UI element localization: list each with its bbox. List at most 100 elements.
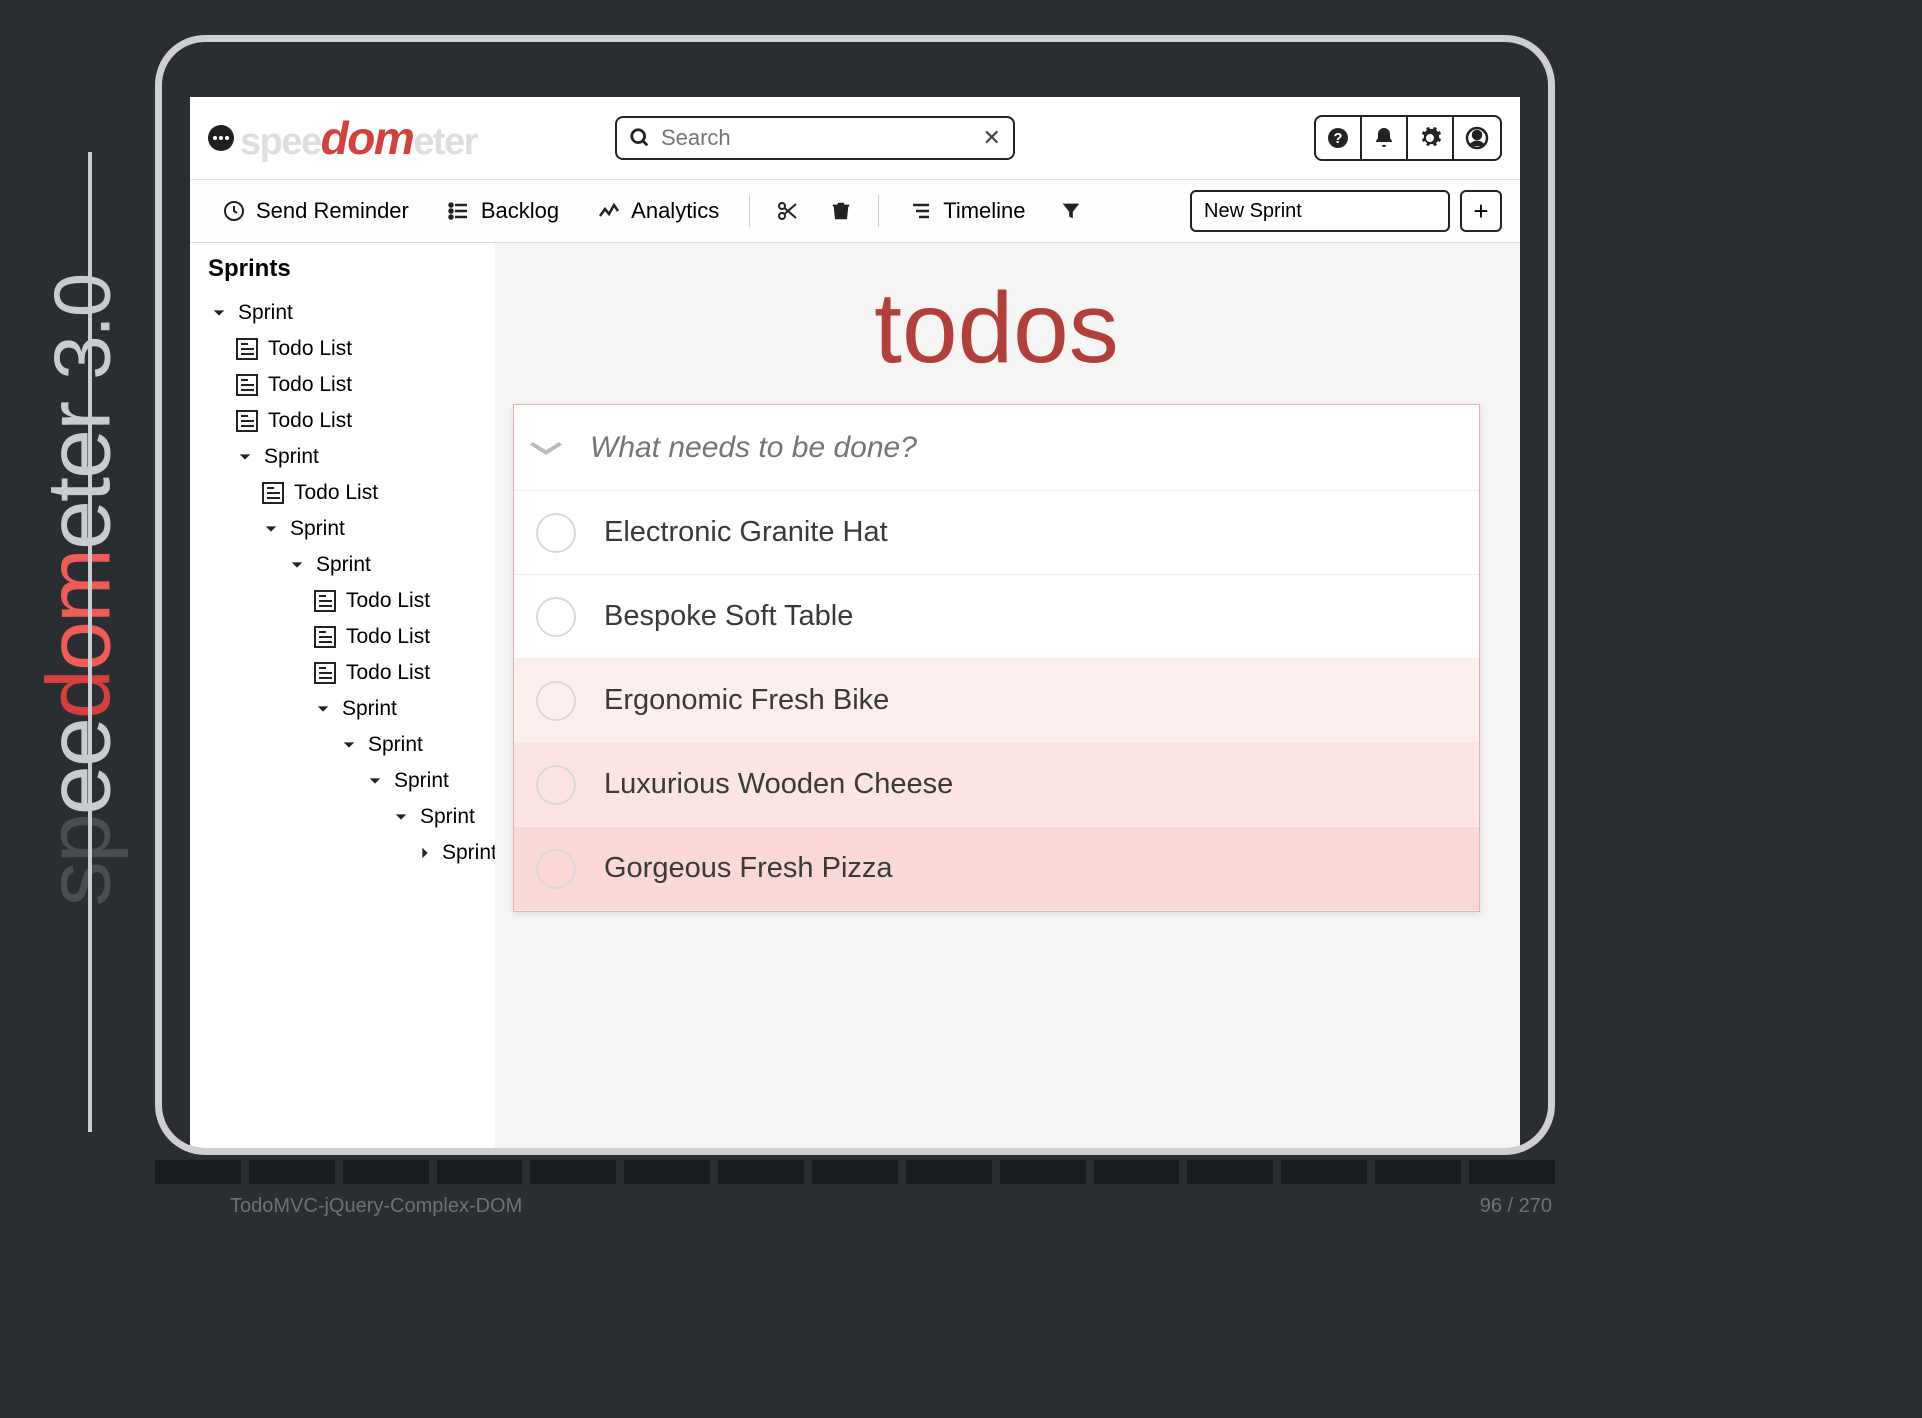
brand-version: 3.0 — [38, 274, 127, 379]
tree-sprint-item[interactable]: Sprint — [196, 547, 495, 583]
gear-icon — [1418, 126, 1442, 150]
chevron-down-icon[interactable] — [288, 558, 306, 572]
tree-sprint-item[interactable]: Sprint — [196, 439, 495, 475]
todo-checkbox[interactable] — [536, 765, 576, 805]
tree-list-item[interactable]: Todo List — [196, 655, 495, 691]
timeline-icon — [909, 199, 933, 223]
toolbar-separator — [878, 195, 879, 227]
tree-item-label: Sprint — [442, 841, 495, 865]
todo-item[interactable]: Gorgeous Fresh Pizza — [514, 827, 1479, 911]
timeline-label: Timeline — [943, 198, 1025, 224]
tree-sprint-item[interactable]: Sprint — [196, 295, 495, 331]
chevron-down-icon[interactable] — [236, 450, 254, 464]
tree-item-label: Todo List — [294, 481, 378, 505]
search-input[interactable] — [661, 125, 983, 151]
search-box[interactable]: ✕ — [615, 116, 1015, 160]
clock-icon — [222, 199, 246, 223]
tree-item-label: Sprint — [420, 805, 475, 829]
notifications-button[interactable] — [1362, 117, 1408, 159]
main-panel: todos Electronic Granite HatBespoke Soft… — [495, 243, 1520, 1148]
app-frame: speedometer ✕ ? — [155, 35, 1555, 1155]
tree-panel[interactable]: Sprints SprintTodo ListTodo ListTodo Lis… — [190, 243, 495, 1148]
todo-card: Electronic Granite Hat Bespoke Soft Table… — [513, 404, 1480, 912]
new-todo-input[interactable] — [590, 431, 1461, 465]
tree-item-label: Sprint — [290, 517, 345, 541]
tree-item-label: Todo List — [268, 409, 352, 433]
tree-list-item[interactable]: Todo List — [196, 583, 495, 619]
tree-sprint-item[interactable]: Sprint — [196, 799, 495, 835]
tree-item-label: Todo List — [346, 661, 430, 685]
cut-button[interactable] — [766, 193, 810, 229]
send-reminder-button[interactable]: Send Reminder — [208, 192, 423, 230]
tree-list-item[interactable]: Todo List — [196, 475, 495, 511]
scissors-icon — [776, 199, 800, 223]
tree-sprint-item[interactable]: Sprint — [196, 763, 495, 799]
todo-list-icon — [314, 662, 336, 684]
tree-item-label: Sprint — [238, 301, 293, 325]
tree-list-item[interactable]: Todo List — [196, 619, 495, 655]
new-sprint-input[interactable] — [1190, 190, 1450, 232]
todo-item[interactable]: Ergonomic Fresh Bike — [514, 659, 1479, 743]
todo-item-label: Gorgeous Fresh Pizza — [604, 852, 893, 885]
send-reminder-label: Send Reminder — [256, 198, 409, 224]
tree-sprint-item[interactable]: Sprint — [196, 511, 495, 547]
todo-item-label: Luxurious Wooden Cheese — [604, 768, 953, 801]
todo-checkbox[interactable] — [536, 849, 576, 889]
todo-item-label: Bespoke Soft Table — [604, 600, 853, 633]
toggle-all-button[interactable] — [526, 438, 565, 458]
header-actions: ? — [1314, 115, 1502, 161]
filter-button[interactable] — [1050, 194, 1092, 228]
chevron-down-icon — [526, 438, 565, 458]
tree-sprint-item[interactable]: Sprint — [196, 835, 495, 871]
filter-icon — [1060, 200, 1082, 222]
clear-search-icon[interactable]: ✕ — [983, 125, 1001, 151]
todo-item-label: Electronic Granite Hat — [604, 516, 888, 549]
tree-item-label: Sprint — [368, 733, 423, 757]
brand-underline — [88, 152, 92, 1132]
todo-checkbox[interactable] — [536, 513, 576, 553]
todo-item[interactable]: Bespoke Soft Table — [514, 575, 1479, 659]
tree-item-label: Sprint — [342, 697, 397, 721]
backlog-button[interactable]: Backlog — [433, 192, 573, 230]
chevron-down-icon[interactable] — [340, 738, 358, 752]
todo-item[interactable]: Luxurious Wooden Cheese — [514, 743, 1479, 827]
list-icon — [447, 199, 471, 223]
help-button[interactable]: ? — [1316, 117, 1362, 159]
chevron-down-icon[interactable] — [262, 522, 280, 536]
timeline-button[interactable]: Timeline — [895, 192, 1039, 230]
tree-item-label: Sprint — [264, 445, 319, 469]
tree-sprint-item[interactable]: Sprint — [196, 727, 495, 763]
bell-icon — [1372, 126, 1396, 150]
chevron-down-icon[interactable] — [210, 306, 228, 320]
account-button[interactable] — [1454, 117, 1500, 159]
brand-text: speedometer 3.0 — [29, 274, 132, 906]
settings-button[interactable] — [1408, 117, 1454, 159]
todo-list-icon — [262, 482, 284, 504]
tree-title: Sprints — [196, 249, 495, 295]
progress-ticks — [155, 1160, 1555, 1184]
body: Sprints SprintTodo ListTodo ListTodo Lis… — [190, 243, 1520, 1148]
add-sprint-button[interactable]: + — [1460, 190, 1502, 232]
chevron-right-icon[interactable] — [418, 846, 432, 860]
tree-list-item[interactable]: Todo List — [196, 403, 495, 439]
tree-item-label: Todo List — [268, 337, 352, 361]
todo-checkbox[interactable] — [536, 597, 576, 637]
chevron-down-icon[interactable] — [366, 774, 384, 788]
todo-list-icon — [236, 338, 258, 360]
analytics-button[interactable]: Analytics — [583, 192, 733, 230]
new-todo-row — [514, 405, 1479, 491]
todo-item-label: Ergonomic Fresh Bike — [604, 684, 889, 717]
todo-checkbox[interactable] — [536, 681, 576, 721]
footer-progress: 96 / 270 — [1480, 1195, 1552, 1218]
user-icon — [1465, 126, 1489, 150]
tree-list-item[interactable]: Todo List — [196, 367, 495, 403]
todo-item[interactable]: Electronic Granite Hat — [514, 491, 1479, 575]
help-icon: ? — [1326, 126, 1350, 150]
delete-button[interactable] — [820, 193, 862, 229]
svg-text:?: ? — [1333, 130, 1342, 147]
footer-test-name: TodoMVC-jQuery-Complex-DOM — [230, 1195, 522, 1218]
tree-sprint-item[interactable]: Sprint — [196, 691, 495, 727]
tree-list-item[interactable]: Todo List — [196, 331, 495, 367]
chevron-down-icon[interactable] — [392, 810, 410, 824]
chevron-down-icon[interactable] — [314, 702, 332, 716]
